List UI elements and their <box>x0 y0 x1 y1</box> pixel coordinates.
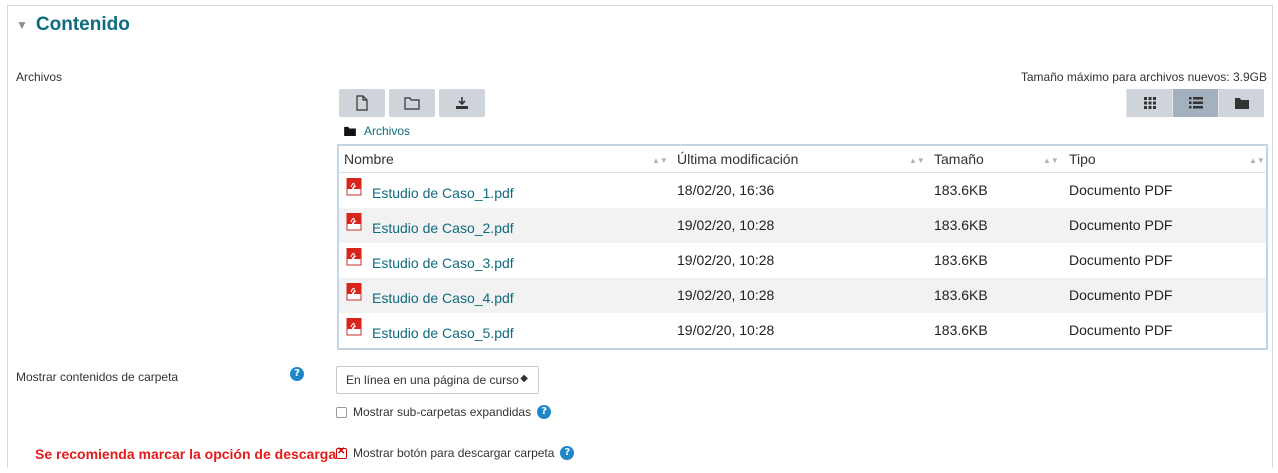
file-type: Documento PDF <box>1069 287 1173 303</box>
grid-view-button[interactable] <box>1126 89 1172 117</box>
list-icon <box>1188 97 1203 109</box>
pdf-icon <box>346 248 362 266</box>
table-row[interactable]: Estudio de Caso_2.pdf 19/02/20, 10:28 18… <box>339 208 1266 243</box>
breadcrumb-folder-link[interactable]: Archivos <box>364 124 410 138</box>
table-row[interactable]: Estudio de Caso_1.pdf 18/02/20, 16:36 18… <box>339 173 1266 208</box>
file-modified: 18/02/20, 16:36 <box>677 182 775 198</box>
pdf-icon <box>346 213 362 231</box>
file-name-link[interactable]: Estudio de Caso_1.pdf <box>372 185 514 201</box>
file-type: Documento PDF <box>1069 322 1173 338</box>
file-name-link[interactable]: Estudio de Caso_3.pdf <box>372 255 514 271</box>
subfolders-checkbox[interactable] <box>336 406 347 418</box>
download-option: Mostrar botón para descargar carpeta ? <box>336 446 575 460</box>
file-modified: 19/02/20, 10:28 <box>677 217 775 233</box>
help-icon[interactable]: ? <box>290 367 304 381</box>
pdf-icon <box>346 318 362 336</box>
file-name-link[interactable]: Estudio de Caso_2.pdf <box>372 220 514 236</box>
column-header-size[interactable]: Tamaño <box>934 151 984 167</box>
folder-filled-icon <box>1234 98 1249 109</box>
tree-view-button[interactable] <box>1218 89 1264 117</box>
download-icon <box>456 97 468 109</box>
download-button[interactable] <box>439 89 485 117</box>
file-size: 183.6KB <box>934 287 988 303</box>
sort-icon[interactable]: ▲▼ <box>1249 156 1265 165</box>
file-name-link[interactable]: Estudio de Caso_5.pdf <box>372 325 514 341</box>
display-select[interactable]: En línea en una página de curso ◆ <box>336 366 539 394</box>
section-header[interactable]: ▼ Contenido <box>16 14 130 36</box>
folder-filled-icon <box>344 126 356 136</box>
add-file-button[interactable] <box>339 89 385 117</box>
sort-icon[interactable]: ▲▼ <box>1043 156 1059 165</box>
column-header-type[interactable]: Tipo <box>1069 151 1096 167</box>
column-header-name[interactable]: Nombre <box>344 151 394 167</box>
file-size: 183.6KB <box>934 217 988 233</box>
help-icon[interactable]: ? <box>560 446 575 460</box>
table-row[interactable]: Estudio de Caso_3.pdf 19/02/20, 10:28 18… <box>339 243 1266 278</box>
list-view-button[interactable] <box>1172 89 1218 117</box>
pdf-icon <box>346 178 362 196</box>
file-size: 183.6KB <box>934 322 988 338</box>
file-modified: 19/02/20, 10:28 <box>677 322 775 338</box>
breadcrumb: Archivos <box>344 124 410 138</box>
folder-icon <box>404 97 420 110</box>
download-checkbox[interactable] <box>336 446 347 459</box>
file-icon <box>356 95 368 111</box>
section-title: Contenido <box>35 14 130 35</box>
file-size: 183.6KB <box>934 252 988 268</box>
file-name-link[interactable]: Estudio de Caso_4.pdf <box>372 290 514 306</box>
display-select-value: En línea en una página de curso <box>346 373 519 387</box>
collapse-caret-icon[interactable]: ▼ <box>16 19 28 31</box>
pdf-icon <box>346 283 362 301</box>
file-modified: 19/02/20, 10:28 <box>677 287 775 303</box>
display-label: Mostrar contenidos de carpeta <box>16 370 179 384</box>
recommendation-text: Se recomienda marcar la opción de descar… <box>35 446 337 462</box>
files-label: Archivos <box>16 70 63 84</box>
file-size: 183.6KB <box>934 182 988 198</box>
sort-icon[interactable]: ▲▼ <box>652 156 668 165</box>
file-type: Documento PDF <box>1069 217 1173 233</box>
subfolders-option: Mostrar sub-carpetas expandidas ? <box>336 405 552 419</box>
file-modified: 19/02/20, 10:28 <box>677 252 775 268</box>
file-table: Nombre ▲▼ Última modificación ▲▼ Tamaño … <box>337 144 1268 350</box>
table-header: Nombre ▲▼ Última modificación ▲▼ Tamaño … <box>339 146 1266 173</box>
file-type: Documento PDF <box>1069 182 1173 198</box>
file-toolbar <box>339 89 485 117</box>
table-row[interactable]: Estudio de Caso_5.pdf 19/02/20, 10:28 18… <box>339 313 1266 348</box>
file-type: Documento PDF <box>1069 252 1173 268</box>
sort-icon[interactable]: ▲▼ <box>909 156 925 165</box>
max-size-text: Tamaño máximo para archivos nuevos: 3.9G… <box>1020 70 1267 84</box>
create-folder-button[interactable] <box>389 89 435 117</box>
column-header-modified[interactable]: Última modificación <box>677 151 798 167</box>
grid-icon <box>1143 97 1156 109</box>
subfolders-label: Mostrar sub-carpetas expandidas <box>353 405 532 419</box>
table-row[interactable]: Estudio de Caso_4.pdf 19/02/20, 10:28 18… <box>339 278 1266 313</box>
download-label: Mostrar botón para descargar carpeta <box>353 446 555 460</box>
view-toggle <box>1126 89 1264 117</box>
help-icon[interactable]: ? <box>537 405 552 419</box>
select-caret-icon: ◆ <box>520 373 528 384</box>
